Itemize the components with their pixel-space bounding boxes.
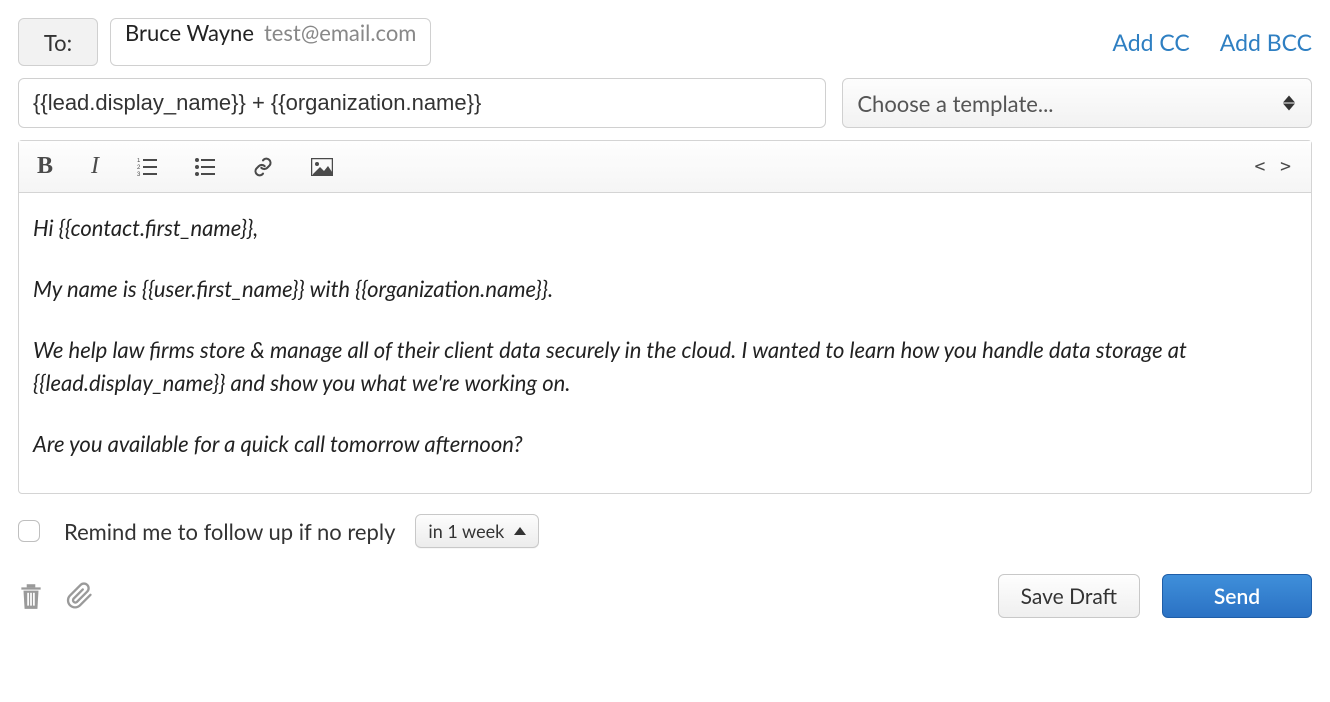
unordered-list-button[interactable] (195, 158, 215, 176)
template-placeholder: Choose a template... (857, 90, 1053, 117)
editor-toolbar: B I 123 (19, 141, 1311, 193)
paperclip-icon (66, 581, 94, 611)
chevron-up-icon (514, 527, 526, 535)
send-button[interactable]: Send (1162, 574, 1312, 618)
followup-interval-select[interactable]: in 1 week (415, 514, 539, 548)
to-label: To: (18, 18, 98, 66)
recipient-name: Bruce Wayne (125, 19, 254, 46)
svg-text:1: 1 (137, 158, 141, 164)
recipient-chip[interactable]: Bruce Wayne test@email.com (110, 18, 431, 66)
link-button[interactable] (253, 157, 273, 177)
trash-icon (18, 581, 44, 611)
followup-label: Remind me to follow up if no reply (64, 518, 395, 545)
add-bcc-link[interactable]: Add BCC (1220, 28, 1312, 56)
recipient-email: test@email.com (264, 19, 416, 46)
body-paragraph: We help law firms store & manage all of … (33, 333, 1297, 399)
body-paragraph: My name is {{user.first_name}} with {{or… (33, 272, 1297, 305)
attach-button[interactable] (66, 581, 94, 611)
body-paragraph: Are you available for a quick call tomor… (33, 427, 1297, 460)
chevron-updown-icon (1283, 96, 1295, 111)
link-icon (253, 157, 273, 177)
add-cc-link[interactable]: Add CC (1112, 28, 1189, 56)
subject-input[interactable] (18, 78, 826, 128)
email-body-editor[interactable]: Hi {{contact.first_name}}, My name is {{… (19, 193, 1311, 493)
italic-button[interactable]: I (91, 153, 99, 180)
body-paragraph: Hi {{contact.first_name}}, (33, 211, 1297, 244)
unordered-list-icon (195, 158, 215, 176)
image-icon (311, 158, 333, 176)
source-button[interactable]: < > (1254, 156, 1293, 177)
save-draft-button[interactable]: Save Draft (998, 574, 1140, 618)
template-select[interactable]: Choose a template... (842, 78, 1312, 128)
followup-interval-value: in 1 week (428, 520, 504, 542)
ordered-list-button[interactable]: 123 (137, 158, 157, 176)
svg-text:2: 2 (137, 165, 141, 171)
delete-button[interactable] (18, 581, 44, 611)
svg-text:3: 3 (137, 172, 141, 176)
followup-checkbox[interactable] (18, 520, 40, 542)
ordered-list-icon: 123 (137, 158, 157, 176)
image-button[interactable] (311, 158, 333, 176)
bold-button[interactable]: B (37, 153, 53, 180)
